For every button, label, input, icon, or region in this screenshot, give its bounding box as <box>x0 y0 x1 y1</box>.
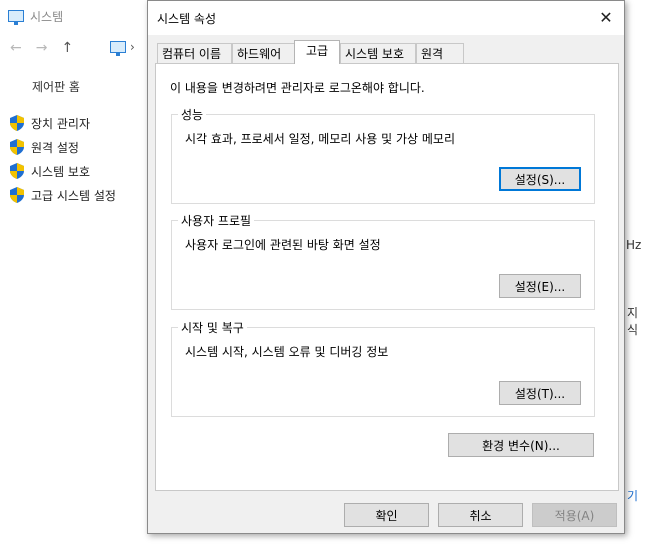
admin-required-note: 이 내용을 변경하려면 관리자로 로그온해야 합니다. <box>170 81 425 95</box>
side-link-remote-settings[interactable]: 원격 설정 <box>10 138 79 156</box>
system-monitor-icon <box>8 10 24 25</box>
address-computer-icon <box>110 41 126 56</box>
background-window-title: 시스템 <box>8 4 63 28</box>
startup-recovery-group: 시작 및 복구 시스템 시작, 시스템 오류 및 디버깅 정보 설정(T)... <box>171 319 595 417</box>
user-profiles-group: 사용자 프로필 사용자 로그인에 관련된 바탕 화면 설정 설정(E)... <box>171 212 595 310</box>
side-link-system-protection[interactable]: 시스템 보호 <box>10 162 90 180</box>
side-link-advanced-system-settings[interactable]: 고급 시스템 설정 <box>10 186 116 204</box>
side-link-label: 원격 설정 <box>31 140 79 155</box>
performance-group-title: 성능 <box>178 106 207 123</box>
tab-advanced[interactable]: 고급 <box>294 40 340 64</box>
ok-button[interactable]: 확인 <box>344 503 429 527</box>
startup-recovery-description: 시스템 시작, 시스템 오류 및 디버깅 정보 <box>185 345 389 359</box>
back-arrow-icon[interactable]: ← <box>10 40 22 56</box>
side-link-label: 장치 관리자 <box>31 116 91 131</box>
forward-arrow-icon[interactable]: → <box>36 40 48 56</box>
up-arrow-icon[interactable]: ↑ <box>61 40 73 56</box>
background-link-fragment[interactable]: 기 <box>627 487 638 504</box>
uac-shield-icon <box>10 163 24 179</box>
close-icon[interactable]: ✕ <box>588 1 624 33</box>
uac-shield-icon <box>10 115 24 131</box>
tab-hardware[interactable]: 하드웨어 <box>232 43 295 63</box>
performance-group: 성능 시각 효과, 프로세서 일정, 메모리 사용 및 가상 메모리 설정(S)… <box>171 106 595 204</box>
side-link-device-manager[interactable]: 장치 관리자 <box>10 114 90 132</box>
apply-button[interactable]: 적용(A) <box>532 503 617 527</box>
user-profiles-description: 사용자 로그인에 관련된 바탕 화면 설정 <box>185 238 381 252</box>
user-profiles-settings-button[interactable]: 설정(E)... <box>499 274 581 298</box>
address-bar[interactable]: › <box>110 40 135 56</box>
background-cpu-frequency-fragment: Hz <box>626 238 642 252</box>
dialog-titlebar[interactable]: 시스템 속성 ✕ <box>148 1 624 35</box>
system-properties-dialog: 시스템 속성 ✕ 컴퓨터 이름 하드웨어 고급 시스템 보호 원격 이 내용을 … <box>147 0 625 534</box>
performance-description: 시각 효과, 프로세서 일정, 메모리 사용 및 가상 메모리 <box>185 132 455 146</box>
background-title-text: 시스템 <box>30 9 64 24</box>
cancel-button[interactable]: 취소 <box>438 503 523 527</box>
startup-recovery-group-title: 시작 및 복구 <box>178 319 247 336</box>
navigation-buttons: ← → ↑ <box>10 38 73 58</box>
address-chevron-icon: › <box>130 40 135 54</box>
tab-system-protection[interactable]: 시스템 보호 <box>340 43 416 63</box>
tab-computer-name[interactable]: 컴퓨터 이름 <box>157 43 232 63</box>
side-link-label: 고급 시스템 설정 <box>31 188 116 203</box>
side-link-label: 시스템 보호 <box>31 164 91 179</box>
uac-shield-icon <box>10 187 24 203</box>
dialog-title: 시스템 속성 <box>157 12 217 26</box>
performance-settings-button[interactable]: 설정(S)... <box>499 167 581 191</box>
environment-variables-button[interactable]: 환경 변수(N)... <box>448 433 594 457</box>
background-text-fragment: 지식 <box>627 306 639 337</box>
startup-recovery-settings-button[interactable]: 설정(T)... <box>499 381 581 405</box>
uac-shield-icon <box>10 139 24 155</box>
control-panel-home-link[interactable]: 제어판 홈 <box>32 78 80 95</box>
tab-remote[interactable]: 원격 <box>416 43 464 63</box>
user-profiles-group-title: 사용자 프로필 <box>178 212 255 229</box>
